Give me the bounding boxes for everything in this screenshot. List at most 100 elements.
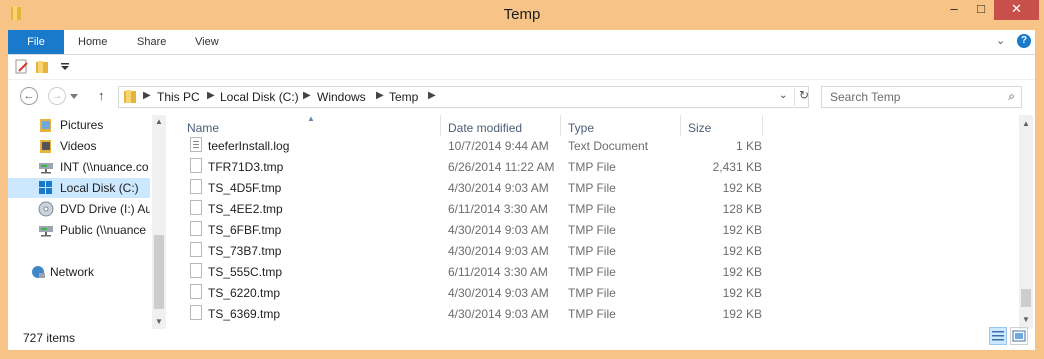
minimize-button[interactable]: – (940, 0, 968, 20)
breadcrumb-chevron-icon[interactable]: ▶ (428, 90, 436, 101)
properties-icon[interactable] (14, 59, 30, 75)
back-button[interactable]: ← (20, 87, 38, 105)
column-divider[interactable] (560, 115, 561, 136)
address-bar[interactable]: ▶ This PC ▶ Local Disk (C:) ▶ Windows ▶ … (118, 86, 809, 108)
column-header-size[interactable]: Size (688, 121, 711, 135)
file-name: TS_6FBF.tmp (208, 223, 282, 237)
nav-item-dvd-drive[interactable]: DVD Drive (I:) Au (8, 199, 150, 219)
sort-ascending-icon: ▲ (307, 115, 315, 123)
file-date: 4/30/2014 9:03 AM (448, 223, 549, 237)
tab-share[interactable]: Share (137, 30, 166, 54)
network-icon (32, 266, 45, 278)
nav-scroll-thumb[interactable] (154, 235, 164, 309)
recent-locations-icon[interactable] (70, 94, 78, 100)
network-drive-icon (39, 163, 53, 174)
close-button[interactable]: ✕ (994, 0, 1039, 20)
breadcrumb-chevron-icon[interactable]: ▶ (207, 90, 215, 101)
file-name: TS_555C.tmp (208, 265, 283, 279)
file-type: Text Document (568, 139, 649, 153)
customize-toolbar-icon[interactable] (60, 62, 70, 72)
expand-ribbon-icon[interactable]: ⌄ (996, 34, 1005, 47)
scroll-down-icon[interactable]: ▼ (152, 315, 166, 329)
file-name: TS_6220.tmp (208, 286, 281, 300)
large-icons-view-button[interactable] (1010, 327, 1028, 345)
tab-view[interactable]: View (195, 30, 219, 54)
file-icon (190, 284, 202, 299)
file-date: 6/26/2014 11:22 AM (448, 160, 555, 174)
address-dropdown-icon[interactable]: ⌄ (779, 90, 787, 101)
breadcrumb-chevron-icon[interactable]: ▶ (376, 90, 384, 101)
table-row[interactable]: TS_6FBF.tmp 4/30/2014 9:03 AM TMP File 1… (180, 219, 780, 240)
tab-file[interactable]: File (8, 30, 64, 54)
file-date: 10/7/2014 9:44 AM (448, 139, 549, 153)
breadcrumb-temp[interactable]: Temp (389, 90, 418, 104)
nav-scrollbar[interactable]: ▲ ▼ (152, 115, 166, 329)
search-input[interactable]: Search Temp (830, 90, 900, 104)
file-date: 4/30/2014 9:03 AM (448, 181, 549, 195)
window-title: Temp (503, 6, 541, 23)
nav-item-public-drive[interactable]: Public (\\nuance (8, 220, 150, 240)
file-date: 4/30/2014 9:03 AM (448, 286, 549, 300)
table-row[interactable]: TS_73B7.tmp 4/30/2014 9:03 AM TMP File 1… (180, 240, 780, 261)
search-icon[interactable]: ⌕ (1008, 89, 1015, 104)
nav-item-videos[interactable]: Videos (8, 136, 150, 156)
scroll-up-icon[interactable]: ▲ (152, 115, 166, 129)
nav-item-network[interactable]: Network (8, 262, 150, 282)
file-list-scroll-thumb[interactable] (1021, 289, 1031, 307)
column-divider[interactable] (762, 115, 763, 136)
file-list: ▲ Name Date modified Type Size teeferIns… (180, 115, 1020, 329)
file-type: TMP File (568, 160, 616, 174)
search-box[interactable]: Search Temp ⌕ (821, 86, 1022, 108)
table-row[interactable]: TS_4EE2.tmp 6/11/2014 3:30 AM TMP File 1… (180, 198, 780, 219)
file-type: TMP File (568, 265, 616, 279)
table-row[interactable]: teeferInstall.log 10/7/2014 9:44 AM Text… (180, 135, 780, 156)
large-icons-view-icon (1012, 330, 1026, 342)
network-drive-icon (39, 226, 53, 237)
title-bar[interactable]: Temp – □ ✕ (0, 0, 1044, 30)
file-icon (190, 179, 202, 194)
ribbon-tabs: File Home Share View ⌄ ? (8, 30, 1035, 55)
column-divider[interactable] (680, 115, 681, 136)
new-folder-icon[interactable] (34, 59, 50, 75)
details-view-button[interactable] (989, 327, 1007, 345)
file-icon (190, 200, 202, 215)
pictures-folder-icon (40, 119, 51, 132)
file-date: 4/30/2014 9:03 AM (448, 244, 549, 258)
breadcrumb-local-disk[interactable]: Local Disk (C:) (220, 90, 299, 104)
file-list-scrollbar[interactable]: ▲ ▼ (1019, 115, 1033, 329)
file-icon (190, 305, 202, 320)
column-divider[interactable] (440, 115, 441, 136)
scroll-down-icon[interactable]: ▼ (1019, 313, 1033, 327)
column-header-date[interactable]: Date modified (448, 121, 522, 135)
file-size: 192 KB (722, 307, 762, 321)
breadcrumb-this-pc[interactable]: This PC (157, 90, 200, 104)
file-size: 1 KB (735, 139, 762, 153)
file-date: 6/11/2014 3:30 AM (448, 265, 548, 279)
column-header-name[interactable]: Name (187, 121, 219, 135)
table-row[interactable]: TS_555C.tmp 6/11/2014 3:30 AM TMP File 1… (180, 261, 780, 282)
table-row[interactable]: TS_4D5F.tmp 4/30/2014 9:03 AM TMP File 1… (180, 177, 780, 198)
table-row[interactable]: TS_6369.tmp 4/30/2014 9:03 AM TMP File 1… (180, 303, 780, 324)
refresh-icon[interactable]: ↻ (794, 88, 813, 106)
file-type: TMP File (568, 181, 616, 195)
up-button[interactable]: ↑ (98, 88, 105, 103)
column-header-type[interactable]: Type (568, 121, 594, 135)
forward-button[interactable]: → (48, 87, 66, 105)
table-row[interactable]: TFR71D3.tmp 6/26/2014 11:22 AM TMP File … (180, 156, 780, 177)
table-row[interactable]: TS_6220.tmp 4/30/2014 9:03 AM TMP File 1… (180, 282, 780, 303)
tab-home[interactable]: Home (78, 30, 107, 54)
nav-item-local-disk[interactable]: Local Disk (C:) (8, 178, 150, 198)
breadcrumb-windows[interactable]: Windows (317, 90, 366, 104)
help-icon[interactable]: ? (1017, 34, 1031, 48)
maximize-button[interactable]: □ (968, 0, 994, 20)
nav-item-int-drive[interactable]: INT (\\nuance.co (8, 157, 150, 177)
breadcrumb-chevron-icon[interactable]: ▶ (143, 90, 151, 101)
scroll-up-icon[interactable]: ▲ (1019, 117, 1033, 131)
nav-item-pictures[interactable]: Pictures (8, 115, 150, 135)
file-size: 192 KB (722, 181, 762, 195)
breadcrumb-chevron-icon[interactable]: ▶ (303, 90, 311, 101)
videos-folder-icon (40, 140, 51, 153)
file-name: TS_6369.tmp (208, 307, 281, 321)
file-icon (190, 263, 202, 278)
file-size: 2,431 KB (712, 160, 762, 174)
